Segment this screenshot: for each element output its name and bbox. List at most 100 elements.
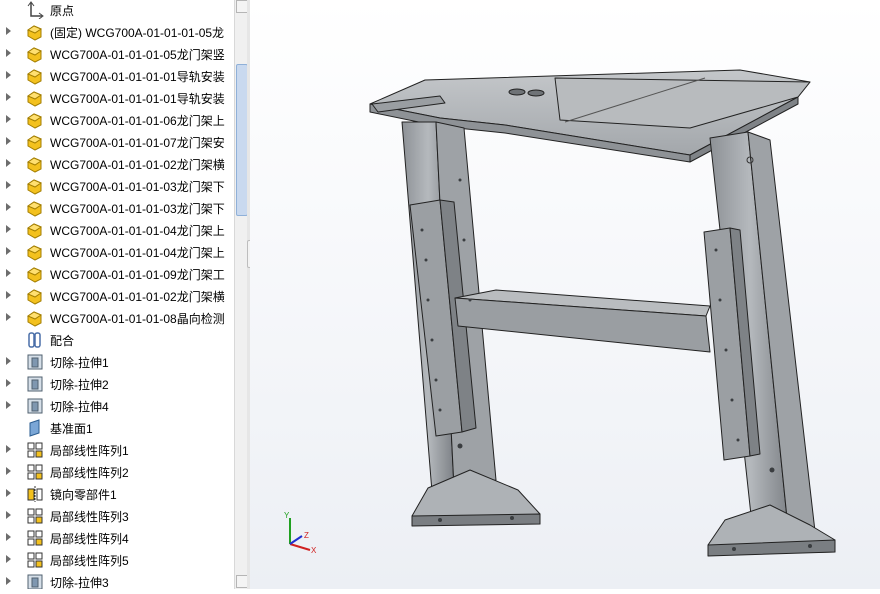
feature-manager-tree: 原点 (固定) WCG700A-01-01-01-05龙 WCG700A-01-01… bbox=[0, 0, 236, 589]
x-axis-arrow bbox=[289, 543, 311, 551]
expand-arrow-icon[interactable] bbox=[6, 357, 11, 365]
tree-item-label: WCG700A-01-01-01-04龙门架上 bbox=[50, 246, 225, 260]
tree-item[interactable]: WCG700A-01-01-01-07龙门架安 bbox=[0, 131, 235, 153]
tree-item-label: 切除-拉伸4 bbox=[50, 400, 109, 414]
tree-item-label: 原点 bbox=[50, 4, 75, 18]
cut-extrude-icon bbox=[26, 353, 44, 371]
tree-item[interactable]: 局部线性阵列2 bbox=[0, 461, 235, 483]
tree-item-label: WCG700A-01-01-01-03龙门架下 bbox=[50, 202, 225, 216]
tree-item[interactable]: WCG700A-01-01-01-01导轨安装 bbox=[0, 87, 235, 109]
cut-extrude-icon bbox=[26, 573, 44, 589]
expand-arrow-icon[interactable] bbox=[6, 247, 11, 255]
tree-item[interactable]: WCG700A-01-01-01-01导轨安装 bbox=[0, 65, 235, 87]
graphics-viewport[interactable] bbox=[250, 0, 880, 589]
tree-item[interactable]: 镜向零部件1 bbox=[0, 483, 235, 505]
triad-y-label: Y bbox=[284, 511, 290, 520]
tree-item[interactable]: WCG700A-01-01-01-09龙门架工 bbox=[0, 263, 235, 285]
mirror-component-icon bbox=[26, 485, 44, 503]
expand-arrow-icon[interactable] bbox=[6, 71, 11, 79]
linear-pattern-icon bbox=[26, 441, 44, 459]
tree-item[interactable]: 局部线性阵列1 bbox=[0, 439, 235, 461]
part-icon bbox=[26, 155, 44, 173]
expand-arrow-icon[interactable] bbox=[6, 269, 11, 277]
tree-item[interactable]: WCG700A-01-01-01-04龙门架上 bbox=[0, 241, 235, 263]
expand-arrow-icon[interactable] bbox=[6, 555, 11, 563]
triad-z-label: Z bbox=[304, 531, 309, 540]
expand-arrow-icon[interactable] bbox=[6, 533, 11, 541]
cut-extrude-icon bbox=[26, 375, 44, 393]
origin-icon bbox=[26, 1, 44, 20]
expand-arrow-icon[interactable] bbox=[6, 577, 11, 585]
tree-item-label: 局部线性阵列2 bbox=[50, 466, 129, 480]
tree-item[interactable]: 切除-拉伸2 bbox=[0, 373, 235, 395]
tree-item[interactable]: 原点 bbox=[0, 0, 235, 21]
tree-item-label: WCG700A-01-01-01-08晶向检测 bbox=[50, 312, 225, 326]
part-icon bbox=[26, 89, 44, 107]
tree-item-label: 基准面1 bbox=[50, 422, 93, 436]
part-icon bbox=[26, 67, 44, 85]
tree-item[interactable]: (固定) WCG700A-01-01-01-05龙 bbox=[0, 21, 235, 43]
tree-item[interactable]: WCG700A-01-01-01-08晶向检测 bbox=[0, 307, 235, 329]
z-axis-arrow bbox=[289, 535, 303, 545]
tree-item-label: WCG700A-01-01-01-04龙门架上 bbox=[50, 224, 225, 238]
expand-arrow-icon[interactable] bbox=[6, 225, 11, 233]
expand-arrow-icon[interactable] bbox=[6, 49, 11, 57]
tree-item[interactable]: 局部线性阵列3 bbox=[0, 505, 235, 527]
expand-arrow-icon[interactable] bbox=[6, 203, 11, 211]
expand-arrow-icon[interactable] bbox=[6, 27, 11, 35]
part-icon bbox=[26, 243, 44, 261]
linear-pattern-icon bbox=[26, 529, 44, 547]
expand-arrow-icon[interactable] bbox=[6, 181, 11, 189]
tree-item-label: (固定) WCG700A-01-01-01-05龙 bbox=[50, 26, 225, 40]
tree-item-label: 配合 bbox=[50, 334, 75, 348]
tree-item-label: 局部线性阵列3 bbox=[50, 510, 129, 524]
tree-item[interactable]: 切除-拉伸1 bbox=[0, 351, 235, 373]
expand-arrow-icon[interactable] bbox=[6, 137, 11, 145]
triad-x-label: X bbox=[311, 546, 317, 554]
tree-item-label: 切除-拉伸1 bbox=[50, 356, 109, 370]
part-icon bbox=[26, 23, 44, 41]
expand-arrow-icon[interactable] bbox=[6, 115, 11, 123]
expand-arrow-icon[interactable] bbox=[6, 291, 11, 299]
tree-item[interactable]: WCG700A-01-01-01-04龙门架上 bbox=[0, 219, 235, 241]
expand-arrow-icon[interactable] bbox=[6, 467, 11, 475]
plane-icon bbox=[26, 419, 44, 437]
expand-arrow-icon[interactable] bbox=[6, 159, 11, 167]
tree-item[interactable]: 切除-拉伸3 bbox=[0, 571, 235, 589]
tree-item[interactable]: 配合 bbox=[0, 329, 235, 351]
expand-arrow-icon[interactable] bbox=[6, 489, 11, 497]
linear-pattern-icon bbox=[26, 551, 44, 569]
expand-arrow-icon[interactable] bbox=[6, 445, 11, 453]
mates-icon bbox=[26, 331, 44, 349]
tree-item[interactable]: WCG700A-01-01-01-05龙门架竖 bbox=[0, 43, 235, 65]
expand-arrow-icon[interactable] bbox=[6, 93, 11, 101]
view-triad[interactable]: Y X Z bbox=[280, 508, 320, 555]
tree-item[interactable]: 基准面1 bbox=[0, 417, 235, 439]
tree-item-label: 局部线性阵列1 bbox=[50, 444, 129, 458]
tree-item-label: 镜向零部件1 bbox=[50, 488, 117, 502]
tree-item-label: WCG700A-01-01-01-02龙门架横 bbox=[50, 290, 225, 304]
tree-item[interactable]: WCG700A-01-01-01-02龙门架横 bbox=[0, 285, 235, 307]
tree-item-label: WCG700A-01-01-01-01导轨安装 bbox=[50, 92, 225, 106]
tree-item[interactable]: WCG700A-01-01-01-02龙门架横 bbox=[0, 153, 235, 175]
part-icon bbox=[26, 221, 44, 239]
tree-item[interactable]: 局部线性阵列5 bbox=[0, 549, 235, 571]
expand-arrow-icon[interactable] bbox=[6, 401, 11, 409]
gantry-frame-model[interactable] bbox=[250, 0, 880, 589]
expand-arrow-icon[interactable] bbox=[6, 511, 11, 519]
linear-pattern-icon bbox=[26, 507, 44, 525]
tree-item[interactable]: 局部线性阵列4 bbox=[0, 527, 235, 549]
tree-item-label: WCG700A-01-01-01-05龙门架竖 bbox=[50, 48, 225, 62]
part-icon bbox=[26, 111, 44, 129]
expand-arrow-icon[interactable] bbox=[6, 313, 11, 321]
tree-item-label: 切除-拉伸3 bbox=[50, 576, 109, 589]
tree-item[interactable]: 切除-拉伸4 bbox=[0, 395, 235, 417]
tree-item-label: WCG700A-01-01-01-06龙门架上 bbox=[50, 114, 225, 128]
part-icon bbox=[26, 45, 44, 63]
tree-item[interactable]: WCG700A-01-01-01-03龙门架下 bbox=[0, 175, 235, 197]
expand-arrow-icon[interactable] bbox=[6, 379, 11, 387]
tree-item-label: 切除-拉伸2 bbox=[50, 378, 109, 392]
tree-item[interactable]: WCG700A-01-01-01-06龙门架上 bbox=[0, 109, 235, 131]
tree-item[interactable]: WCG700A-01-01-01-03龙门架下 bbox=[0, 197, 235, 219]
part-icon bbox=[26, 199, 44, 217]
